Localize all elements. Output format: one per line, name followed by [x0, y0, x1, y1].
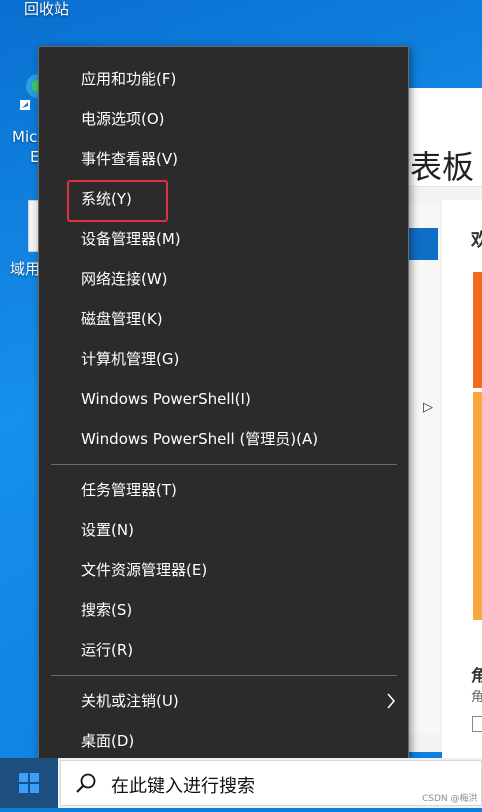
welcome-heading: 欢	[471, 230, 482, 251]
menu-item-run[interactable]: 运行(R)	[39, 630, 408, 670]
menu-item-power-options[interactable]: 电源选项(O)	[39, 99, 408, 139]
menu-item-disk-management[interactable]: 磁盘管理(K)	[39, 299, 408, 339]
edge-label-line1: Mic	[12, 128, 38, 146]
recycle-bin-label[interactable]: 回收站	[24, 0, 69, 19]
file-label: 域用	[10, 260, 41, 278]
menu-item-computer-management[interactable]: 计算机管理(G)	[39, 339, 408, 379]
menu-item-settings[interactable]: 设置(N)	[39, 510, 408, 550]
window-header-title: 表板	[410, 148, 475, 186]
sidebar-selected-item[interactable]	[408, 228, 438, 260]
windows-logo-icon	[19, 773, 39, 793]
menu-item-shutdown-label: 关机或注销(U)	[81, 692, 179, 710]
menu-item-shutdown[interactable]: 关机或注销(U)	[39, 681, 408, 721]
menu-item-device-manager[interactable]: 设备管理器(M)	[39, 219, 408, 259]
menu-item-task-manager[interactable]: 任务管理器(T)	[39, 470, 408, 510]
winx-context-menu: 应用和功能(F) 电源选项(O) 事件查看器(V) 系统(Y) 设备管理器(M)…	[38, 46, 409, 770]
orange-tile[interactable]	[473, 272, 482, 388]
menu-item-desktop[interactable]: 桌面(D)	[39, 721, 408, 761]
menu-item-powershell-admin[interactable]: Windows PowerShell (管理员)(A)	[39, 419, 408, 459]
menu-item-powershell[interactable]: Windows PowerShell(I)	[39, 379, 408, 419]
search-icon	[75, 772, 97, 798]
search-placeholder: 在此键入进行搜索	[111, 776, 255, 797]
menu-item-network-connections[interactable]: 网络连接(W)	[39, 259, 408, 299]
menu-item-file-explorer[interactable]: 文件资源管理器(E)	[39, 550, 408, 590]
expand-arrow-icon[interactable]: ▷	[423, 400, 433, 415]
menu-item-apps-features[interactable]: 应用和功能(F)	[39, 59, 408, 99]
section-heading: 角	[471, 666, 482, 685]
menu-separator	[51, 675, 397, 676]
edge-shortcut-icon[interactable]	[14, 70, 50, 118]
menu-item-event-viewer[interactable]: 事件查看器(V)	[39, 139, 408, 179]
section-subtext: 角	[471, 690, 482, 705]
highlight-box	[67, 180, 168, 222]
start-button[interactable]	[0, 758, 58, 808]
watermark: CSDN @梅洪	[422, 794, 478, 804]
taskbar: 在此键入进行搜索	[0, 758, 482, 808]
yellow-tile[interactable]	[473, 392, 482, 620]
menu-separator	[51, 464, 397, 465]
taskbar-search-box[interactable]: 在此键入进行搜索	[60, 760, 482, 806]
checkbox[interactable]	[472, 716, 482, 732]
menu-item-search[interactable]: 搜索(S)	[39, 590, 408, 630]
chevron-right-icon	[386, 681, 396, 721]
